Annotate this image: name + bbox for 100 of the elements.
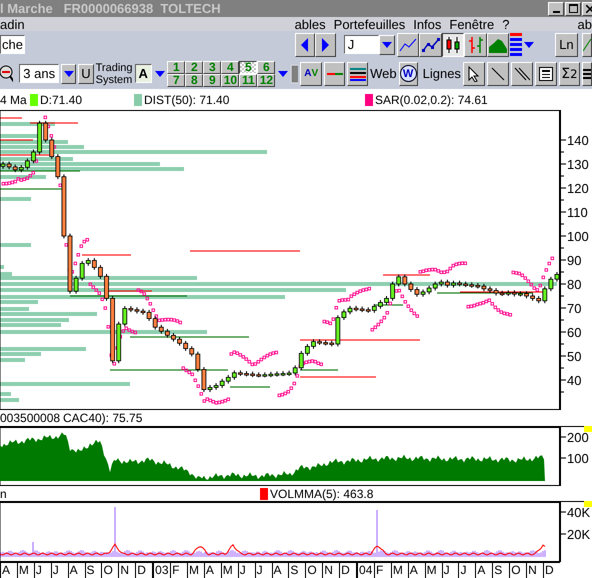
month-label: D [339, 563, 356, 578]
month-label: J [458, 563, 476, 578]
range-dropdown[interactable] [61, 64, 76, 84]
legend-label: D:71.40 [40, 92, 82, 106]
area-chart-icon [489, 36, 508, 52]
stacked-lines-icon [350, 66, 366, 80]
month-label: D [135, 563, 152, 578]
month-label: A [204, 563, 221, 578]
resistance-line [0, 154, 50, 156]
candlestick-icon [445, 36, 462, 54]
trading-system-label: Trading System [96, 62, 133, 86]
menu-item[interactable]: Portefeuilles [330, 16, 410, 32]
legend-label: n [0, 486, 7, 500]
axis-label: 60 [567, 325, 582, 340]
log-scale-button[interactable]: Ln [554, 32, 578, 56]
month-label: 04 [356, 563, 374, 578]
month-label: J [34, 563, 51, 578]
previous-button[interactable] [294, 32, 316, 56]
dropdown-arrow-icon [522, 40, 535, 50]
menu-item[interactable]: Fenêtre [445, 16, 498, 32]
maximize-button[interactable] [565, 2, 581, 16]
resistance-line [30, 122, 78, 124]
menu-item[interactable]: adin [0, 16, 29, 32]
period-dropdown[interactable] [379, 34, 395, 54]
next-button[interactable] [315, 32, 336, 56]
dotted-line-chart-icon [422, 36, 440, 52]
trend-button[interactable] [582, 32, 592, 56]
support-line [230, 386, 270, 388]
pointer-button[interactable] [462, 62, 485, 86]
lines-label: Lignes [422, 66, 461, 81]
legend-label: 4 Ma [0, 92, 27, 106]
month-label: O [305, 563, 322, 578]
month-label: J [238, 563, 255, 578]
range-field[interactable]: 3 ans [19, 64, 60, 83]
list-icon [583, 68, 591, 80]
menu-item[interactable]: ab [574, 16, 592, 32]
menu-item[interactable]: ables [290, 16, 330, 32]
month-label: N [526, 563, 543, 578]
support-line [374, 304, 404, 306]
dropdown-arrow-icon [62, 68, 75, 78]
right-arrow-icon [320, 36, 331, 52]
month-label: A [0, 563, 17, 578]
bar-chart-icon [468, 36, 484, 54]
parallel-lines-button[interactable] [510, 62, 533, 86]
list-button[interactable] [582, 62, 592, 86]
maximize-icon [568, 4, 578, 13]
document-icon [538, 66, 553, 80]
axis-label: 130 [567, 157, 589, 172]
month-label: A [475, 563, 492, 578]
legend-label: DIST(50): 71.40 [144, 92, 230, 106]
zoom-out-icon[interactable] [0, 64, 14, 84]
axis-label: 20K [567, 527, 590, 542]
month-label: A [272, 563, 288, 578]
month-label: J [50, 563, 68, 578]
minimize-button[interactable] [548, 2, 564, 16]
line-tool-button[interactable] [486, 62, 509, 86]
legend-label: SAR(0.02,0.2): 74.61 [375, 92, 488, 106]
panel-handle[interactable] [584, 426, 592, 432]
month-label: M [390, 563, 408, 578]
period-field[interactable]: J [344, 35, 380, 54]
axis-label: 40 [567, 373, 582, 388]
resistance-line [82, 254, 132, 256]
dropdown-arrow-icon [154, 68, 166, 78]
month-label: N [118, 563, 136, 578]
month-label: N [322, 563, 340, 578]
axis-label: 100 [567, 229, 589, 244]
scale-button[interactable]: AV [300, 62, 322, 86]
legend-label: 003500008 [0, 411, 60, 425]
support-line [0, 188, 62, 190]
baseline-button[interactable] [324, 62, 346, 86]
chart-type-button[interactable] [442, 32, 464, 56]
text-tool-button[interactable] [534, 62, 556, 86]
indicator-stack-icon [509, 32, 523, 56]
month-label: O [101, 563, 118, 578]
axis-label: 50 [567, 349, 582, 364]
window-title: l Marche FR0000066938 TOLTECH [0, 1, 222, 16]
axis-label: 140 [567, 133, 589, 148]
month-label: M [220, 563, 238, 578]
month-label: A [408, 563, 425, 578]
resistance-line [382, 274, 430, 276]
menu-item[interactable]: Infos [409, 16, 446, 32]
system-field[interactable]: A [134, 64, 152, 83]
axis-label: 100 [567, 451, 589, 466]
month-label: J [442, 563, 458, 578]
axis-label: 80 [567, 277, 582, 292]
axis-label: 200 [567, 430, 589, 445]
symbol-field[interactable]: che [0, 35, 25, 54]
month-label: S [84, 563, 102, 578]
month-label: S [492, 563, 510, 578]
axis-label: 90 [567, 253, 582, 268]
levels-button[interactable] [347, 62, 368, 86]
u-button[interactable]: U [78, 64, 94, 84]
menu-item[interactable]: ? [498, 16, 514, 32]
axis-label: 40K [567, 505, 590, 520]
web-button[interactable]: W [398, 62, 418, 86]
month-label: F [374, 563, 391, 578]
panel-handle[interactable] [584, 501, 592, 507]
month-label: S [288, 563, 306, 578]
axis-label: 70 [567, 301, 582, 316]
month-label: O [509, 563, 526, 578]
